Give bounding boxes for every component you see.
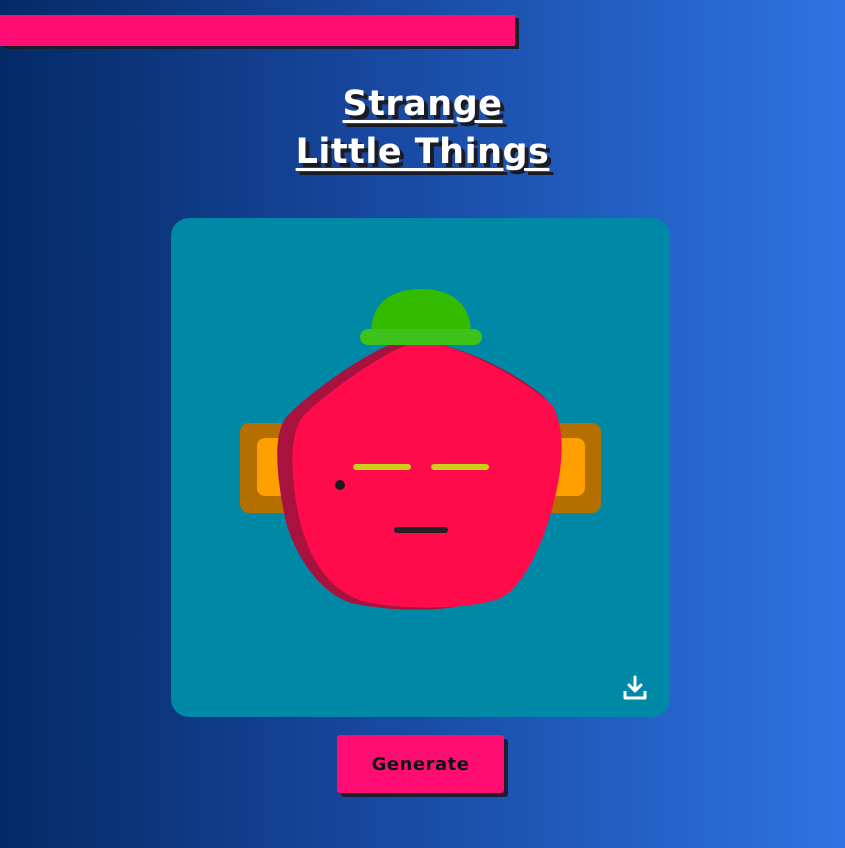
progress-bar bbox=[0, 15, 515, 46]
page-title: Strange Little Things bbox=[0, 80, 845, 176]
right-eye bbox=[431, 464, 489, 470]
hat bbox=[360, 289, 482, 345]
title-line-2: Little Things bbox=[295, 132, 550, 172]
left-eye bbox=[353, 464, 411, 470]
generate-button[interactable]: Generate bbox=[337, 735, 504, 793]
mouth bbox=[394, 527, 448, 533]
title-line-1: Strange bbox=[342, 84, 503, 124]
creature-card bbox=[171, 218, 670, 717]
mole bbox=[335, 480, 345, 490]
creature-illustration bbox=[240, 289, 601, 610]
download-icon[interactable] bbox=[622, 675, 648, 701]
